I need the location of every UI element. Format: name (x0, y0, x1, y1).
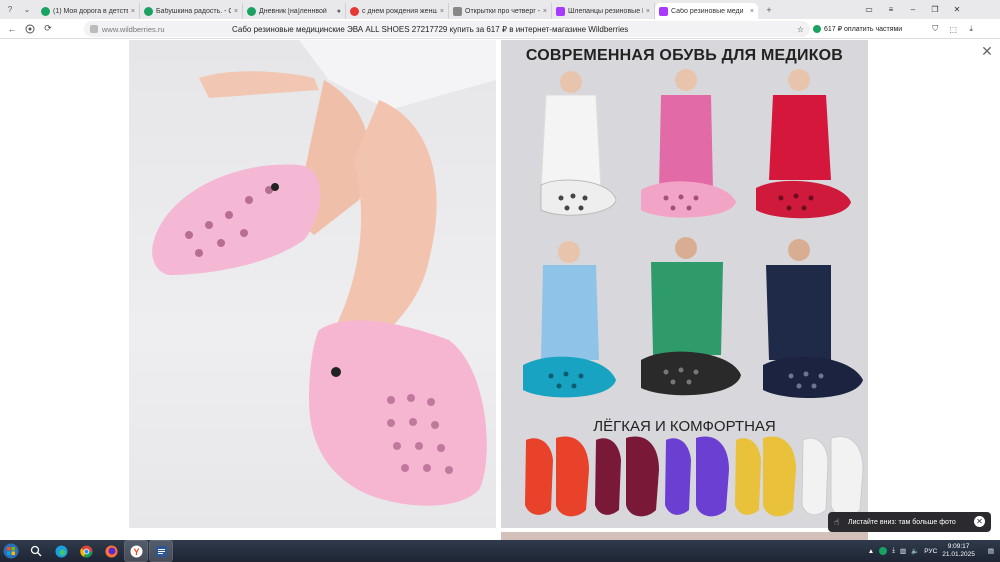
favicon-icon (453, 6, 462, 16)
notifications-icon[interactable]: ▤ (988, 547, 994, 555)
downloads-icon[interactable]: ⤓ (964, 22, 978, 36)
promo-icon (813, 25, 821, 33)
windows-logo-icon (3, 543, 19, 559)
extensions-icon[interactable]: ⬚ (946, 22, 960, 36)
clog-photo-illustration (152, 40, 496, 506)
minimize-icon[interactable]: – (902, 5, 924, 14)
word-icon[interactable] (149, 540, 173, 562)
tab-strip: ? ⌄ (1) Моя дорога в детство × Бабушкина… (0, 0, 1000, 19)
svg-text:Y: Y (133, 547, 139, 557)
medic-red (756, 69, 851, 219)
window-controls: ▭ ≡ – ❐ ✕ (858, 0, 968, 19)
tab-6[interactable]: Шлепанцы резиновые Ш × (552, 3, 655, 19)
medic-green (641, 237, 741, 396)
tab-menu-button[interactable]: ? (3, 3, 17, 17)
tab-title: Дневник [на]леннвой (259, 7, 327, 15)
start-button[interactable] (0, 540, 22, 562)
tab-active[interactable]: Сабо резиновые меди × (655, 3, 758, 19)
clock-time: 9:09:17 (947, 543, 970, 550)
protect-icon[interactable] (21, 20, 39, 38)
product-photo-banner[interactable]: СОВРЕМЕННАЯ ОБУВЬ ДЛЯ МЕДИКОВ ЛЁГКАЯ И К… (501, 40, 868, 528)
scroll-hint-toast: ☝ Листайте вниз: там больше фото ✕ (828, 512, 991, 532)
reload-icon[interactable]: ⟳ (39, 20, 57, 38)
clock-date: 21.01.2025 (942, 551, 975, 558)
address-bar: ← ⟳ www.wildberries.ru Сабо резиновые ме… (0, 19, 1000, 39)
favicon-icon (247, 6, 256, 16)
back-icon[interactable]: ← (3, 20, 21, 38)
tab-title: с днем рождения женщи (362, 7, 437, 15)
favicon-icon (350, 6, 359, 16)
url-field[interactable]: www.wildberries.ru Сабо резиновые медици… (84, 21, 810, 37)
tab-close-icon[interactable]: × (131, 8, 135, 15)
site-info-icon[interactable] (90, 25, 98, 33)
yandex-browser-icon[interactable]: Y (124, 540, 148, 562)
keyboard-language[interactable]: РУС (924, 548, 937, 555)
browser-menu-icon[interactable]: ≡ (880, 5, 902, 14)
windows-taskbar: Y ▲ ⤓ ▥ 🔈 РУС 9:09:17 21.01.2025 ▤ (0, 540, 1000, 562)
edge-icon[interactable] (50, 541, 72, 561)
tab-close-icon[interactable]: × (234, 8, 238, 15)
volume-icon[interactable]: 🔈 (911, 547, 919, 555)
tray-expand-icon[interactable]: ▲ (868, 548, 874, 555)
tab-close-icon[interactable]: × (646, 8, 650, 15)
tab-4[interactable]: с днем рождения женщи × (346, 3, 449, 19)
shield-icon[interactable]: ⛉ (928, 22, 942, 36)
window-close-icon[interactable]: ✕ (946, 5, 968, 14)
tab-1[interactable]: (1) Моя дорога в детство × (37, 3, 140, 19)
firefox-icon[interactable] (100, 541, 122, 561)
new-tab-button[interactable]: + (762, 3, 776, 17)
tab-5[interactable]: Открытки про четверг - т × (449, 3, 552, 19)
tab-title: (1) Моя дорога в детство (53, 7, 128, 15)
tab-close-icon[interactable]: × (543, 8, 547, 15)
url-domain: www.wildberries.ru (102, 24, 165, 34)
banner-subtitle: ЛЁГКАЯ И КОМФОРТНАЯ (593, 418, 776, 435)
favicon-icon (659, 6, 668, 16)
tray-download-icon[interactable]: ⤓ (892, 547, 895, 555)
close-gallery-icon[interactable]: ✕ (980, 43, 994, 59)
tab-list-button[interactable]: ⌄ (20, 3, 34, 17)
page-title: Сабо резиновые медицинские ЭВА ALL SHOES… (232, 24, 629, 34)
tab-close-icon[interactable]: × (750, 8, 754, 15)
clock[interactable]: 9:09:17 21.01.2025 (942, 543, 975, 559)
tab-title: Открытки про четверг - т (465, 7, 540, 15)
tab-unsaved-dot-icon[interactable]: ● (337, 8, 341, 15)
favicon-icon (144, 6, 153, 16)
medic-pink (641, 69, 736, 218)
chrome-icon[interactable] (75, 541, 97, 561)
tab-3[interactable]: Дневник [на]леннвой ● (243, 3, 346, 19)
next-photo-preview[interactable] (501, 532, 868, 540)
medics-illustration (523, 69, 864, 517)
promo-text: 617 ₽ оплатить частями (824, 26, 903, 33)
medic-navy (763, 239, 863, 399)
clog-palette (525, 436, 864, 517)
hand-pointer-icon: ☝ (834, 517, 840, 527)
medic-lightblue (523, 241, 616, 398)
tab-title: Бабушкина радость. - Ст (156, 7, 231, 15)
maximize-icon[interactable]: ❐ (924, 5, 946, 14)
search-icon[interactable] (25, 541, 47, 561)
network-icon[interactable]: ▥ (900, 547, 906, 555)
product-photo-main[interactable] (129, 40, 496, 528)
pay-in-parts-promo[interactable]: 617 ₽ оплатить частями (813, 25, 902, 33)
bookmark-star-icon[interactable]: ☆ (797, 25, 804, 34)
tab-title: Сабо резиновые меди (671, 7, 744, 15)
toast-close-icon[interactable]: ✕ (974, 516, 985, 527)
tab-close-icon[interactable]: × (440, 8, 444, 15)
address-bar-right: 617 ₽ оплатить частями ⛉ ⬚ ⤓ (813, 19, 978, 39)
favicon-icon (556, 6, 565, 16)
tabs-overview-icon[interactable]: ▭ (858, 5, 880, 14)
tab-title: Шлепанцы резиновые Ш (568, 7, 643, 15)
tab-2[interactable]: Бабушкина радость. - Ст × (140, 3, 243, 19)
medic-white (540, 71, 617, 216)
system-tray: ▲ ⤓ ▥ 🔈 РУС 9:09:17 21.01.2025 ▤ (868, 540, 1000, 562)
toast-text: Листайте вниз: там больше фото (848, 518, 956, 526)
favicon-icon (41, 6, 50, 16)
tray-app-icon[interactable] (879, 547, 888, 555)
